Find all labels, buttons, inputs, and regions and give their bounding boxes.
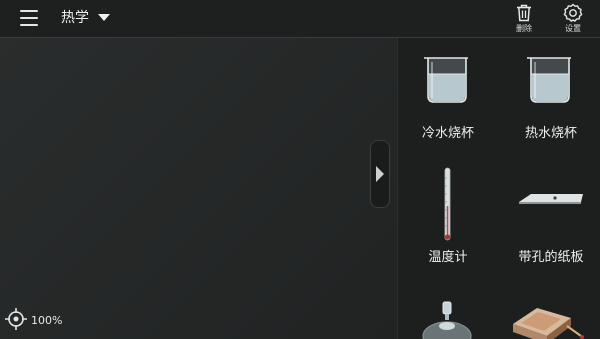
item-label: 热水烧杯 xyxy=(524,126,577,141)
chevron-down-icon xyxy=(98,13,110,21)
settings-button[interactable]: 设置 xyxy=(553,3,593,34)
item-matchbox[interactable] xyxy=(501,290,600,339)
settings-label: 设置 xyxy=(565,24,581,33)
equipment-panel: 冷水烧杯 热水烧杯 温度计 带孔的纸板 xyxy=(397,38,600,339)
zoom-level: 100% xyxy=(31,314,63,327)
subject-dropdown[interactable]: 热学 xyxy=(61,7,110,27)
top-bar: 热学 删除 设置 xyxy=(0,0,600,38)
item-label: 温度计 xyxy=(428,250,468,265)
beaker-icon xyxy=(527,57,571,103)
item-perforated-cardboard[interactable]: 带孔的纸板 xyxy=(501,158,600,268)
beaker-icon xyxy=(424,57,468,103)
locate-crosshair-icon[interactable] xyxy=(4,307,28,331)
gear-icon xyxy=(563,3,583,22)
chevron-right-icon xyxy=(376,166,384,182)
item-thermometer[interactable]: 温度计 xyxy=(398,158,498,268)
menu-button[interactable] xyxy=(20,10,38,26)
trash-icon xyxy=(517,4,531,22)
item-label: 冷水烧杯 xyxy=(421,126,474,141)
panel-collapse-toggle[interactable] xyxy=(370,140,390,208)
cardboard-icon xyxy=(519,194,583,204)
item-cold-water-beaker[interactable]: 冷水烧杯 xyxy=(398,38,498,148)
item-label: 带孔的纸板 xyxy=(518,250,584,265)
delete-label: 删除 xyxy=(516,24,532,33)
item-alcohol-lamp[interactable] xyxy=(398,290,498,339)
experiment-workspace[interactable] xyxy=(0,38,397,339)
matchbox-icon xyxy=(513,308,584,339)
alcohol-lamp-icon xyxy=(422,301,472,339)
thermometer-icon xyxy=(444,167,451,241)
item-hot-water-beaker[interactable]: 热水烧杯 xyxy=(501,38,600,148)
subject-label: 热学 xyxy=(61,10,89,26)
delete-button[interactable]: 删除 xyxy=(504,3,544,34)
